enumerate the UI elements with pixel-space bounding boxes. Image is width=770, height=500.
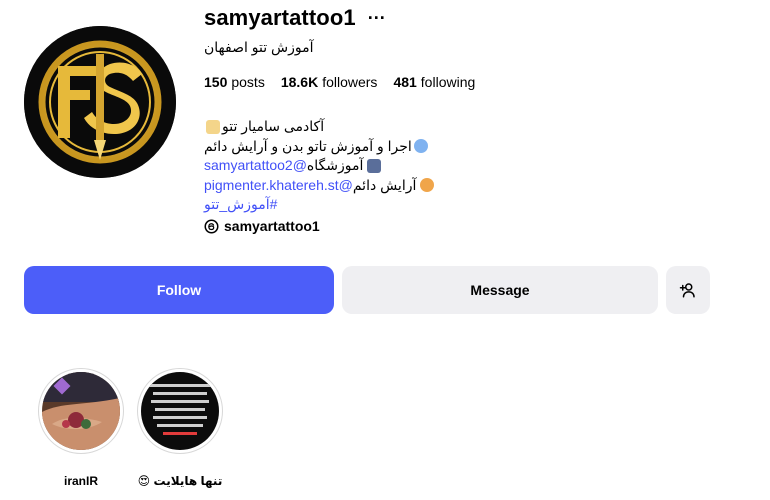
woman-emoji-icon (420, 178, 435, 193)
scales-emoji-icon (206, 119, 220, 134)
profile-stats: 150 posts 18.6K followers 481 following (204, 74, 475, 90)
pmu-account-link[interactable]: pigmenter.khatereh.st@ (204, 176, 353, 196)
bio-services-text: اجرا و آموزش تاتو بدن و آرایش دائم (204, 137, 412, 154)
bio-line-school: samyartattoo2@ آموزشگاه (204, 156, 436, 176)
profile-full-name: آموزش تتو اصفهان (204, 39, 314, 55)
following-label: following (420, 74, 476, 90)
follow-button[interactable]: Follow (24, 266, 334, 314)
more-horizontal-icon[interactable]: ··· (368, 9, 386, 27)
samyar-logo (24, 26, 176, 178)
tattoo-hashtag-link[interactable]: #آموزش_تتو (204, 195, 277, 215)
followers-label: followers (322, 74, 378, 90)
highlight-label: iranIR (63, 474, 98, 488)
highlight-iranir[interactable]: iranIR (38, 368, 124, 488)
building-emoji-icon (367, 158, 382, 173)
profile-avatar[interactable] (24, 26, 176, 178)
bio-line-academy: آکادمی سامیار تتو (204, 117, 436, 137)
add-user-icon (679, 283, 695, 298)
bio-academy-text: آکادمی سامیار تتو (222, 118, 325, 134)
following-stat[interactable]: 481 following (393, 74, 475, 90)
bio-line-hashtag: #آموزش_تتو (204, 195, 436, 215)
message-button[interactable]: Message (342, 266, 658, 314)
bio-line-pmu: pigmenter.khatereh.st@ آرایش دائم (204, 176, 436, 196)
suggested-users-button[interactable] (666, 266, 710, 314)
posts-stat: 150 posts (204, 74, 265, 90)
threads-handle: samyartattoo1 (224, 217, 320, 234)
bio-pmu-text: آرایش دائم (352, 176, 417, 193)
highlight-cover-image (42, 372, 120, 450)
followers-stat[interactable]: 18.6K followers (281, 74, 378, 90)
highlight-ring (137, 368, 223, 454)
highlight-cover-image (141, 372, 219, 450)
highlight-ring (38, 368, 124, 454)
followers-count: 18.6K (280, 74, 319, 90)
bio-school-text: آموزشگاه (306, 157, 364, 173)
username-row: samyartattoo1 ··· (204, 4, 386, 32)
following-count: 481 (393, 74, 417, 90)
globe-emoji-icon (413, 139, 428, 154)
profile-bio: آکادمی سامیار تتو اجرا و آموزش تاتو بدن … (204, 117, 436, 236)
threads-link[interactable]: samyartattoo1 (204, 217, 436, 237)
posts-count: 150 (204, 74, 228, 90)
username: samyartattoo1 (204, 5, 356, 30)
highlight-label: تنها هایلایت 😍 (137, 474, 223, 488)
bio-line-services: اجرا و آموزش تاتو بدن و آرایش دائم (204, 137, 436, 157)
threads-icon (204, 219, 219, 234)
posts-label: posts (231, 74, 265, 90)
highlight-only[interactable]: تنها هایلایت 😍 (137, 368, 223, 488)
school-account-link[interactable]: samyartattoo2@ (204, 156, 307, 176)
